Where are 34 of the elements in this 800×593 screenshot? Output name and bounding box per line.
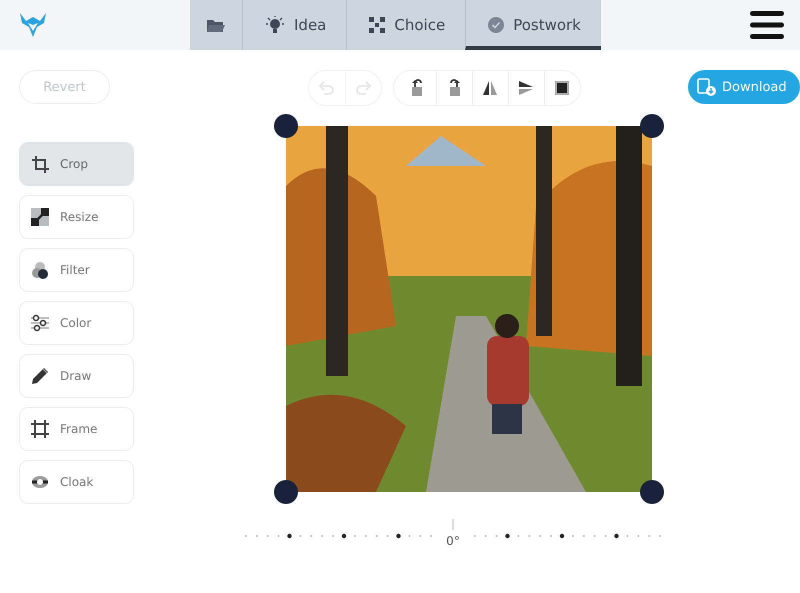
step-tab[interactable]: Choice [346,0,466,50]
tool-button[interactable]: Crop [19,142,134,186]
rotation-reading: 0° [445,534,461,548]
tool-button[interactable]: Filter [19,248,134,292]
resize-icon [31,208,49,226]
sliders-icon [31,314,49,332]
lightbulb-icon [265,16,285,34]
crop-handle[interactable] [640,114,664,138]
crop-handle[interactable] [274,114,298,138]
undo-icon [318,79,336,97]
menu-icon[interactable] [750,9,784,41]
tool-button[interactable]: Draw [19,354,134,398]
tool-button[interactable]: Resize [19,195,134,239]
crop-handle[interactable] [640,480,664,504]
grid-icon [369,17,386,33]
tool-button[interactable]: Color [19,301,134,345]
flip-horizontal-icon [481,79,499,97]
crop-icon [31,155,49,173]
flip-vertical-icon [517,79,535,97]
square-button[interactable] [544,71,580,105]
redo-icon [354,79,372,97]
download-file-icon [697,77,717,97]
frame-icon [31,420,49,438]
overlapping-circles-icon [31,261,49,279]
tool-button[interactable]: Cloak [19,460,134,504]
step-tab[interactable]: Idea [242,0,346,50]
pencil-icon [31,367,49,385]
check-circle-icon [488,17,504,33]
download-button[interactable]: Download [688,70,800,104]
tool-button[interactable]: Frame [19,407,134,451]
mask-icon [31,473,49,491]
square-icon [553,79,571,97]
step-tab[interactable]: Postwork [465,0,601,50]
crop-handle[interactable] [274,480,298,504]
